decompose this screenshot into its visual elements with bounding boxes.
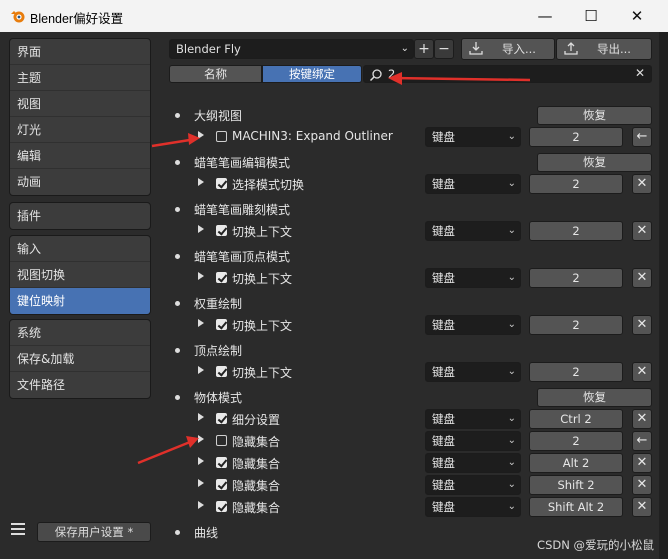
annotation-arrows [137, 72, 531, 465]
watermark: CSDN @爱玩的小松鼠 [537, 538, 654, 552]
annotation-arrowhead-search [388, 72, 402, 85]
annotation-arrowhead-outliner [188, 133, 200, 145]
annotation-arrow-search [391, 76, 531, 82]
annotation-arrow-collection [137, 438, 196, 465]
